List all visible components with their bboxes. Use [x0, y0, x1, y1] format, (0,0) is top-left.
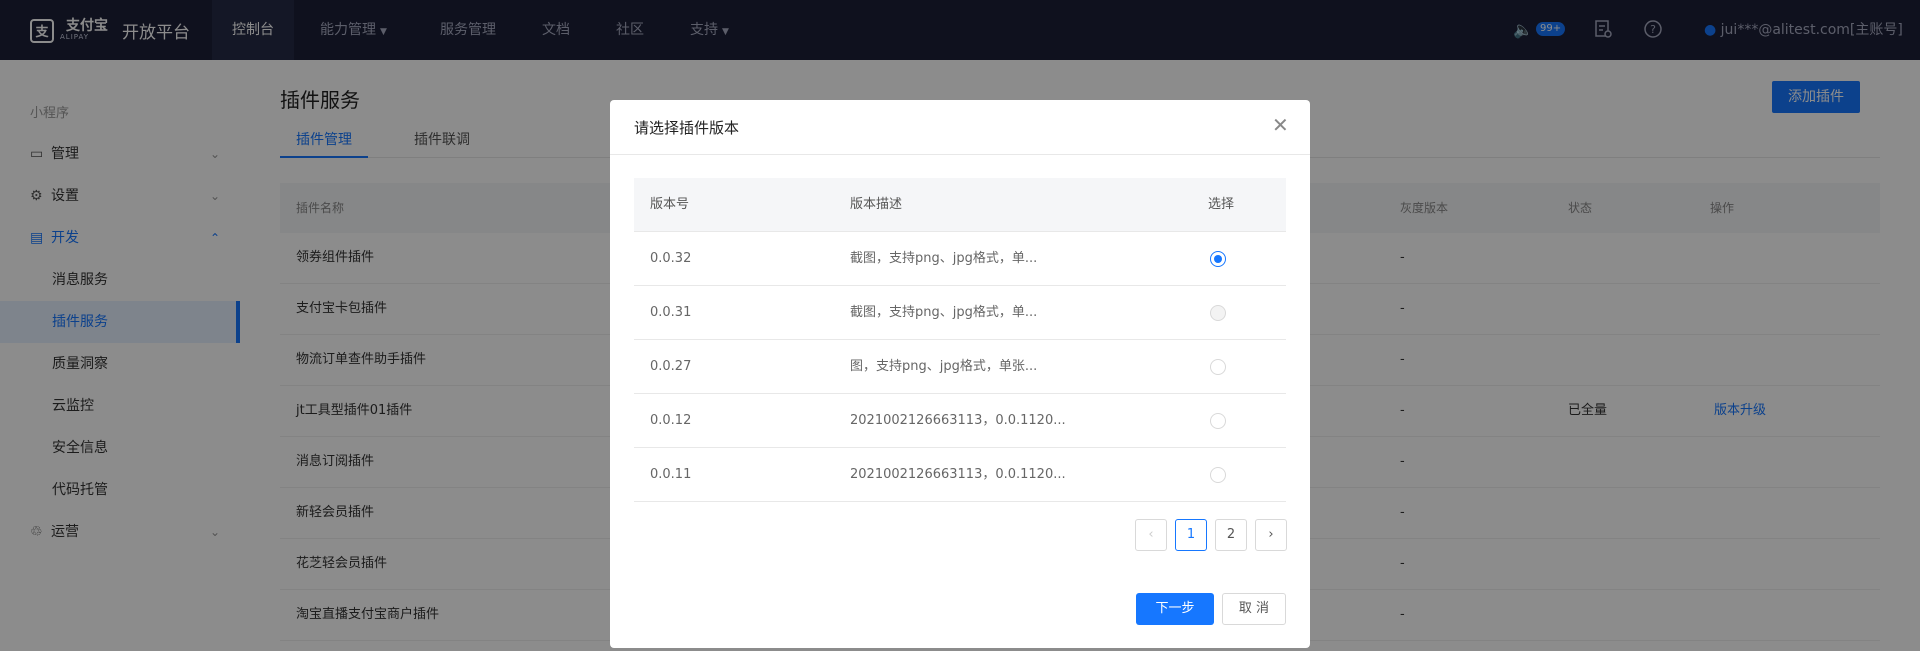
version-radio[interactable] — [1210, 359, 1226, 375]
version-row[interactable]: 0.0.11 2021002126663113，0.0.1120... — [634, 448, 1286, 502]
version-number: 0.0.27 — [650, 359, 692, 374]
dialog-title: 请选择插件版本 — [634, 119, 740, 137]
pagination-page-1[interactable]: 1 — [1175, 519, 1207, 551]
version-row[interactable]: 0.0.27 图，支持png、jpg格式，单张... — [634, 340, 1286, 394]
column-header-version: 版本号 — [650, 197, 690, 212]
version-table-header: 版本号 版本描述 选择 — [634, 178, 1286, 232]
pagination-page-2[interactable]: 2 — [1215, 519, 1247, 551]
version-radio[interactable] — [1210, 251, 1226, 267]
version-desc: 截图，支持png、jpg格式，单... — [850, 251, 1038, 266]
version-radio[interactable] — [1210, 467, 1226, 483]
version-number: 0.0.31 — [650, 305, 692, 320]
version-desc: 2021002126663113，0.0.1120... — [850, 467, 1066, 482]
version-table: 版本号 版本描述 选择 0.0.32 截图，支持png、jpg格式，单... 0… — [634, 178, 1286, 502]
version-row[interactable]: 0.0.12 2021002126663113，0.0.1120... — [634, 394, 1286, 448]
version-row[interactable]: 0.0.31 截图，支持png、jpg格式，单... — [634, 286, 1286, 340]
version-number: 0.0.32 — [650, 251, 692, 266]
column-header-select: 选择 — [1208, 197, 1235, 212]
version-desc: 图，支持png、jpg格式，单张... — [850, 359, 1038, 374]
pagination-prev-button[interactable]: ‹ — [1135, 519, 1167, 551]
column-header-desc: 版本描述 — [850, 197, 903, 212]
version-number: 0.0.12 — [650, 413, 692, 428]
dialog-header: 请选择插件版本 ✕ — [610, 100, 1310, 155]
close-icon[interactable]: ✕ — [1272, 115, 1289, 135]
cancel-button[interactable]: 取 消 — [1222, 593, 1286, 625]
version-number: 0.0.11 — [650, 467, 692, 482]
version-row[interactable]: 0.0.32 截图，支持png、jpg格式，单... — [634, 232, 1286, 286]
version-radio[interactable] — [1210, 305, 1226, 321]
select-version-dialog: 请选择插件版本 ✕ 版本号 版本描述 选择 0.0.32 截图，支持png、jp… — [610, 100, 1310, 648]
pagination-next-button[interactable]: › — [1255, 519, 1287, 551]
version-radio[interactable] — [1210, 413, 1226, 429]
version-desc: 截图，支持png、jpg格式，单... — [850, 305, 1038, 320]
version-desc: 2021002126663113，0.0.1120... — [850, 413, 1066, 428]
next-step-button[interactable]: 下一步 — [1136, 593, 1214, 625]
